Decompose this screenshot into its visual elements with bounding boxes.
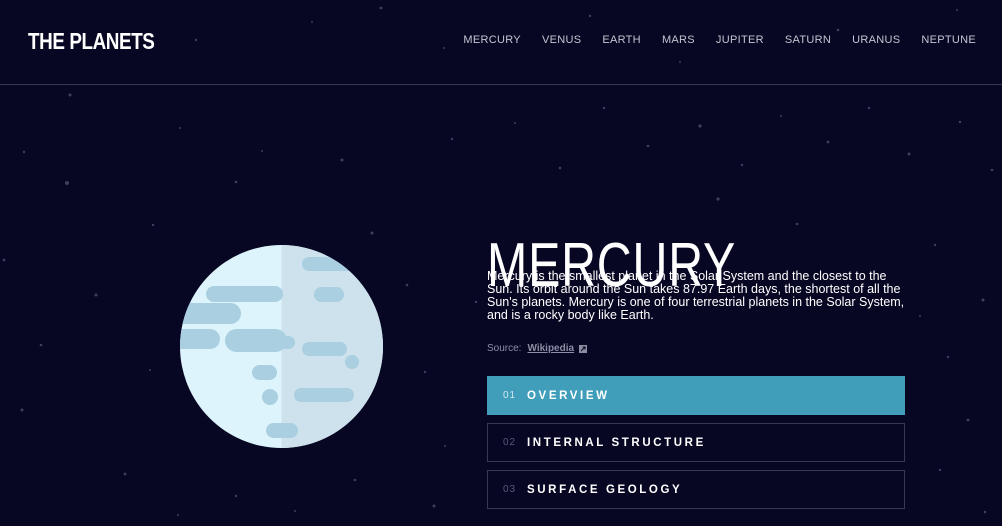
- tab-overview[interactable]: 01 OVERVIEW: [487, 376, 905, 415]
- nav-item-uranus[interactable]: URANUS: [852, 34, 900, 46]
- mercury-planet-image: [180, 245, 383, 448]
- nav-item-mars[interactable]: MARS: [662, 34, 695, 46]
- page: THE PLANETS MERCURY VENUS EARTH MARS JUP…: [0, 0, 1002, 526]
- nav-item-mercury[interactable]: MERCURY: [463, 34, 521, 46]
- nav-item-earth[interactable]: EARTH: [602, 34, 641, 46]
- site-header: THE PLANETS MERCURY VENUS EARTH MARS JUP…: [0, 0, 1002, 85]
- site-logo[interactable]: THE PLANETS: [28, 28, 155, 55]
- planet-view-tabs: 01 OVERVIEW 02 INTERNAL STRUCTURE 03 SUR…: [487, 376, 905, 517]
- source-link-wikipedia[interactable]: Wikipedia: [527, 343, 574, 354]
- external-link-icon[interactable]: [579, 344, 588, 353]
- tab-number: 02: [503, 437, 517, 448]
- nav-item-venus[interactable]: VENUS: [542, 34, 581, 46]
- source-line: Source: Wikipedia: [487, 343, 588, 354]
- tab-label: OVERVIEW: [527, 389, 610, 402]
- planet-nav: MERCURY VENUS EARTH MARS JUPITER SATURN …: [442, 34, 976, 46]
- tab-label: INTERNAL STRUCTURE: [527, 436, 706, 449]
- nav-item-saturn[interactable]: SATURN: [785, 34, 831, 46]
- tab-number: 03: [503, 484, 517, 495]
- source-label: Source:: [487, 343, 522, 354]
- planet-description: Mercury is the smallest planet in the So…: [487, 269, 905, 322]
- nav-item-jupiter[interactable]: JUPITER: [716, 34, 764, 46]
- tab-internal-structure[interactable]: 02 INTERNAL STRUCTURE: [487, 423, 905, 462]
- tab-surface-geology[interactable]: 03 SURFACE GEOLOGY: [487, 470, 905, 509]
- tab-number: 01: [503, 390, 517, 401]
- nav-item-neptune[interactable]: NEPTUNE: [921, 34, 976, 46]
- tab-label: SURFACE GEOLOGY: [527, 483, 683, 496]
